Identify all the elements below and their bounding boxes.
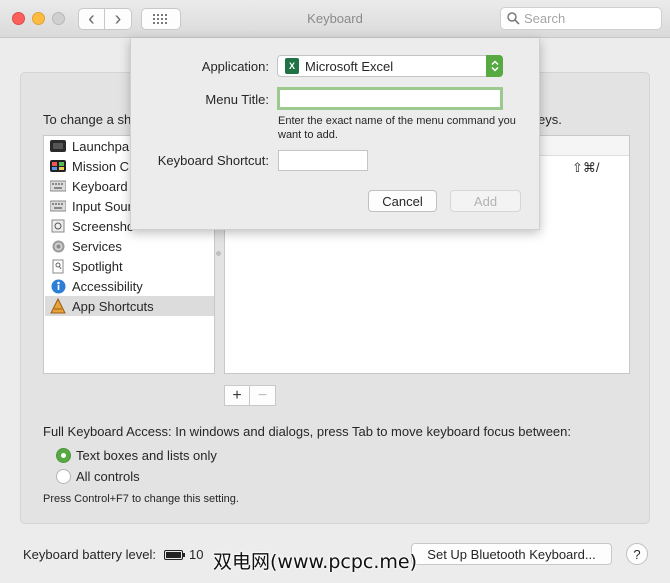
add-shortcut-sheet: Application: X Microsoft Excel Menu Titl… <box>130 38 540 230</box>
search-icon <box>507 12 520 25</box>
application-label: Application: <box>201 59 269 74</box>
battery-status: Keyboard battery level: 10 <box>23 547 203 562</box>
category-label: Input Sour <box>72 198 132 214</box>
split-view-handle[interactable] <box>216 251 221 256</box>
radio-label: Text boxes and lists only <box>76 448 217 463</box>
battery-value: 10 <box>188 547 204 562</box>
menu-title-hint: Enter the exact name of the menu command… <box>278 115 516 141</box>
intro-text: To change a sh <box>43 112 132 127</box>
application-popup[interactable]: X Microsoft Excel <box>277 55 503 77</box>
keyboard-icon <box>50 178 66 194</box>
watermark-text: 双电网(www.pcpc.me) <box>213 551 417 573</box>
mission-control-icon <box>50 158 66 174</box>
add-remove-controls: + − <box>224 385 276 406</box>
window-titlebar: ‹ › Keyboard <box>0 0 670 38</box>
shortcut-keys[interactable]: ⇧⌘/ <box>572 160 600 176</box>
radio-all-controls[interactable]: All controls <box>56 469 140 484</box>
category-label: Accessibility <box>72 278 143 294</box>
radio-button-unchecked[interactable] <box>56 469 71 484</box>
cancel-button[interactable]: Cancel <box>368 190 437 212</box>
question-mark-icon: ? <box>633 546 641 562</box>
keyboard-shortcut-label: Keyboard Shortcut: <box>157 153 269 168</box>
category-label: Services <box>72 238 122 254</box>
launchpad-icon <box>50 138 66 154</box>
chevron-up-down-icon <box>486 55 503 77</box>
intro-text-end: eys. <box>538 112 562 127</box>
plus-icon: + <box>232 386 242 404</box>
app-shortcuts-icon <box>50 298 66 314</box>
add-button[interactable]: Add <box>450 190 521 212</box>
accessibility-icon <box>50 278 66 294</box>
category-item-accessibility[interactable]: Accessibility <box>45 276 214 296</box>
category-label: Launchpa <box>72 138 130 154</box>
radio-text-boxes[interactable]: Text boxes and lists only <box>56 448 217 463</box>
minus-icon: − <box>257 386 268 404</box>
remove-shortcut-button[interactable]: − <box>250 385 276 406</box>
menu-title-label: Menu Title: <box>205 92 269 107</box>
category-item-services[interactable]: Services <box>45 236 214 256</box>
battery-label: Keyboard battery level: <box>23 547 156 562</box>
category-label: Screensho <box>72 218 135 234</box>
add-shortcut-button[interactable]: + <box>224 385 250 406</box>
keyboard-shortcut-input[interactable] <box>278 150 368 171</box>
category-label: Keyboard <box>72 178 128 194</box>
search-field[interactable] <box>500 7 662 30</box>
category-label: Spotlight <box>72 258 123 274</box>
radio-label: All controls <box>76 469 140 484</box>
help-button[interactable]: ? <box>626 543 648 565</box>
radio-button-checked[interactable] <box>56 448 71 463</box>
screenshots-icon <box>50 218 66 234</box>
setup-bluetooth-keyboard-button[interactable]: Set Up Bluetooth Keyboard... <box>411 543 612 565</box>
excel-app-icon: X <box>285 58 299 74</box>
search-input[interactable] <box>524 11 654 26</box>
category-item-spotlight[interactable]: Spotlight <box>45 256 214 276</box>
category-item-app-shortcuts[interactable]: App Shortcuts <box>45 296 214 316</box>
full-keyboard-access-label: Full Keyboard Access: In windows and dia… <box>43 424 571 439</box>
battery-icon <box>163 549 185 560</box>
application-value: Microsoft Excel <box>305 58 394 74</box>
settings-hint: Press Control+F7 to change this setting. <box>43 493 239 505</box>
menu-title-input[interactable] <box>277 87 503 110</box>
spotlight-icon <box>50 258 66 274</box>
services-gear-icon <box>50 238 66 254</box>
category-label: Mission C <box>72 158 130 174</box>
input-sources-icon <box>50 198 66 214</box>
category-label: App Shortcuts <box>72 298 154 314</box>
